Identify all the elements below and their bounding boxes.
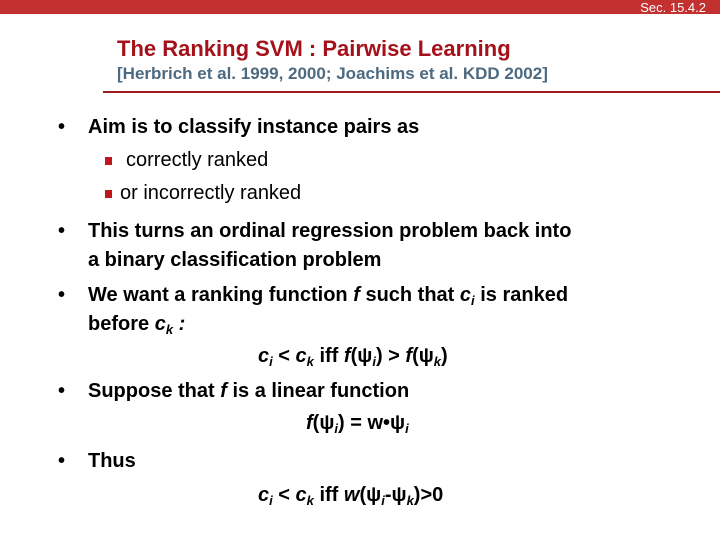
operator: < <box>272 345 296 367</box>
text: ) = w•ψ <box>338 412 406 434</box>
bullet-icon: • <box>58 220 66 242</box>
bullet-text-continued: before ck : <box>88 313 185 336</box>
var-c: c <box>295 345 307 367</box>
operator: iff <box>313 345 344 367</box>
var-f: f <box>306 412 313 434</box>
bullet-icon: • <box>58 450 66 472</box>
title-divider <box>103 91 720 93</box>
operator: < <box>272 484 296 506</box>
text: Suppose that <box>88 380 221 402</box>
slide-title: The Ranking SVM : Pairwise Learning <box>117 36 511 61</box>
bullet-icon: • <box>58 284 66 306</box>
var-c: c <box>258 484 270 506</box>
subscript: k <box>433 354 442 369</box>
subscript: k <box>406 493 414 508</box>
var-c: c <box>295 484 307 506</box>
text: : <box>173 313 186 335</box>
bullet-text: We want a ranking function f such that c… <box>88 284 568 307</box>
text: (ψ <box>350 345 373 367</box>
formula-ranking: ci < ck iff f(ψi) > f(ψk) <box>258 345 448 368</box>
var-c: c <box>154 313 166 335</box>
formula-linear: f(ψi) = w•ψi <box>306 412 409 435</box>
bullet-text: This turns an ordinal regression problem… <box>88 220 572 242</box>
bullet-text: Thus <box>88 450 136 472</box>
var-c: c <box>258 345 270 367</box>
bullet-text-continued: a binary classification problem <box>88 249 382 271</box>
text: is ranked <box>474 284 569 306</box>
formula-thus: ci < ck iff w(ψi-ψk)>0 <box>258 484 443 507</box>
bullet-icon: • <box>58 380 66 402</box>
text: -ψ <box>384 484 407 506</box>
slide-citation: [Herbrich et al. 1999, 2000; Joachims et… <box>117 64 548 83</box>
square-bullet-icon <box>105 190 112 198</box>
text: )>0 <box>413 484 444 506</box>
bullet-text: Aim is to classify instance pairs as <box>88 116 420 138</box>
operator: iff <box>313 484 344 506</box>
section-bar: Sec. 15.4.2 <box>0 0 720 14</box>
subscript: i <box>405 421 409 436</box>
text: such that <box>359 284 460 306</box>
text: ) <box>441 345 448 367</box>
var-w: w <box>343 484 360 506</box>
var-c: c <box>459 284 472 306</box>
text: before <box>88 313 155 335</box>
square-bullet-icon <box>105 157 112 165</box>
var-f: f <box>353 284 360 306</box>
bullet-icon: • <box>58 116 66 138</box>
text: (ψ <box>359 484 382 506</box>
operator: ) > <box>375 345 406 367</box>
subscript: k <box>165 322 174 337</box>
text: (ψ <box>412 345 434 367</box>
text: is a linear function <box>226 380 410 402</box>
var-f: f <box>220 380 227 402</box>
subscript: k <box>306 354 314 369</box>
text: (ψ <box>312 412 335 434</box>
text: We want a ranking function <box>88 284 354 306</box>
var-f: f <box>343 345 351 367</box>
section-number: Sec. 15.4.2 <box>640 0 706 15</box>
bullet-text: Suppose that f is a linear function <box>88 380 409 403</box>
subbullet-text: correctly ranked <box>126 149 269 171</box>
subscript: k <box>306 493 314 508</box>
subbullet-text: or incorrectly ranked <box>120 182 302 204</box>
